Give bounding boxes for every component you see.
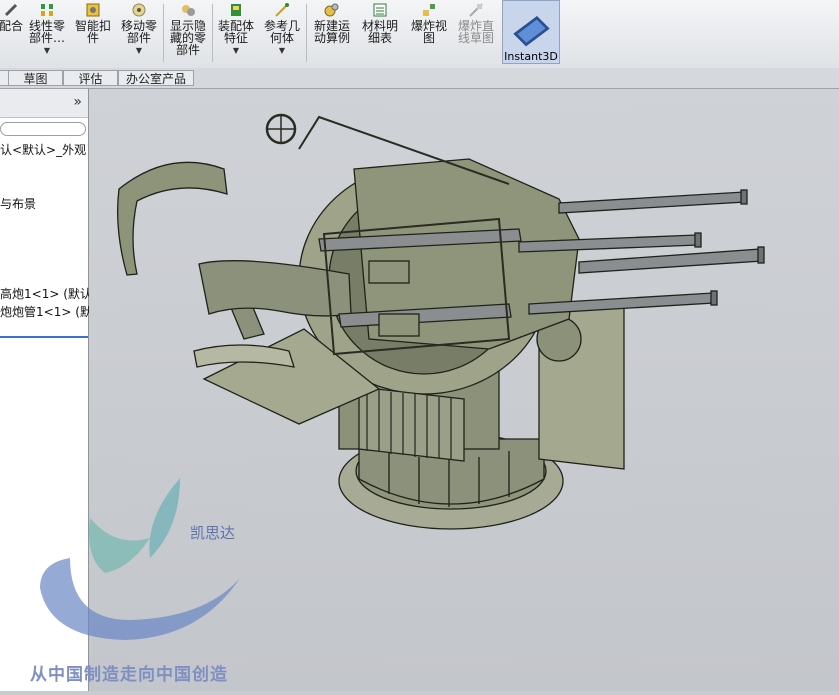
filter-input[interactable] [0, 122, 86, 136]
bill-of-materials-button[interactable]: 材料明 细表 [359, 2, 401, 64]
command-manager-tabs: 草图 评估 办公室产品 [0, 68, 839, 89]
reference-geometry-icon [275, 3, 289, 17]
instant3d-button[interactable]: Instant3D [502, 0, 560, 64]
tab-evaluate[interactable]: 评估 [63, 70, 118, 86]
move-component-icon [132, 3, 146, 17]
rollback-bar[interactable] [0, 336, 88, 338]
instant3d-icon [512, 15, 550, 47]
reference-geometry-button[interactable]: 参考几 何体 ▼ [261, 2, 303, 64]
exploded-view-icon [423, 4, 435, 16]
smart-fasteners-icon [86, 3, 100, 17]
show-hidden-components-button[interactable]: 显示隐 藏的零 部件 [166, 2, 210, 64]
separator [163, 4, 164, 62]
assembly-features-button[interactable]: 装配体 特征 ▼ [215, 2, 257, 64]
explode-line-sketch-icon [469, 3, 483, 17]
dropdown-arrow-icon[interactable]: ▼ [44, 45, 50, 57]
motion-study-icon [324, 3, 339, 17]
collapse-panel-icon[interactable]: » [73, 94, 82, 110]
tab-office-products[interactable]: 办公室产品 [118, 70, 194, 86]
dropdown-arrow-icon[interactable]: ▼ [136, 45, 142, 57]
show-hidden-icon [182, 5, 195, 16]
mate-button[interactable]: 配合 [0, 2, 23, 64]
watermark-logo [40, 478, 240, 640]
mate-icon [4, 3, 18, 17]
dropdown-arrow-icon[interactable]: ▼ [233, 45, 239, 57]
explode-line-sketch-button[interactable]: 爆炸直 线草图 [454, 2, 498, 64]
separator [212, 4, 213, 62]
watermark-slogan: 从中国制造走向中国创造 [30, 665, 228, 685]
linear-pattern-icon [41, 4, 53, 16]
exploded-view-button[interactable]: 爆炸视 图 [406, 2, 452, 64]
assembly-features-icon [231, 4, 241, 16]
bom-icon [373, 3, 387, 17]
tree-item-scene[interactable]: 与布景 [0, 195, 36, 212]
panel-header: » [0, 89, 88, 118]
separator [306, 4, 307, 62]
tab-sketch[interactable]: 草图 [8, 70, 63, 86]
linear-pattern-button[interactable]: 线性零 部件… ▼ [26, 2, 68, 64]
dropdown-arrow-icon[interactable]: ▼ [279, 45, 285, 57]
command-manager-ribbon: 配合 线性零 部件… ▼ 智能扣 件 移动零 部件 ▼ 显示隐 藏的零 部件 装… [0, 0, 839, 69]
new-motion-study-button[interactable]: 新建运 动算例 [309, 2, 355, 64]
watermark-brand: 凯思达 [190, 524, 236, 542]
smart-fasteners-button[interactable]: 智能扣 件 [72, 2, 114, 64]
tree-item-appearance[interactable]: 认<默认>_外观 [0, 141, 86, 158]
tree-item-gun[interactable]: 高炮1<1> (默认- [0, 285, 96, 302]
move-component-button[interactable]: 移动零 部件 ▼ [118, 2, 160, 64]
